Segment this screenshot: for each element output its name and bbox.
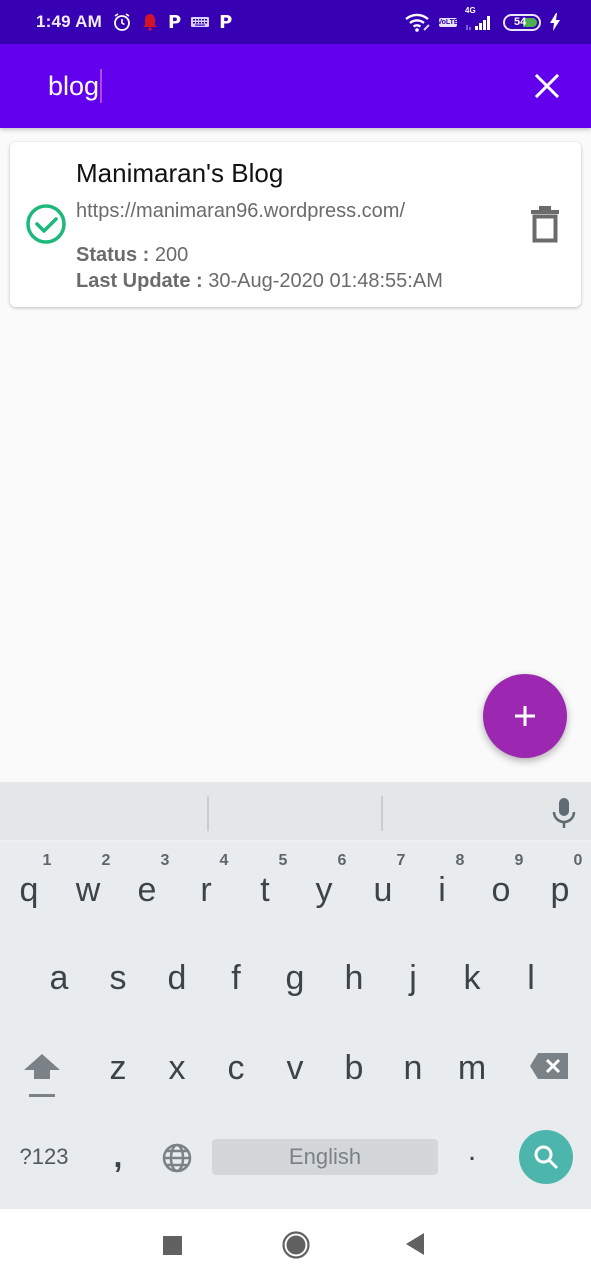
volte-icon: Vo LTE [437, 17, 459, 27]
site-status: Status : 200 [76, 244, 188, 267]
status-value: 200 [154, 244, 189, 266]
p-app-icon: P [167, 11, 182, 33]
key-hint-2: 2 [101, 852, 111, 869]
key-a[interactable]: a [34, 958, 84, 998]
voice-input-button[interactable] [551, 797, 577, 829]
key-g[interactable]: g [270, 958, 320, 998]
key-hint-4: 4 [219, 852, 229, 869]
clear-search-button[interactable] [533, 72, 561, 100]
plus-icon [515, 706, 535, 726]
delete-site-button[interactable] [529, 204, 561, 244]
site-url: https://manimaran96.wordpress.com/ [76, 200, 406, 222]
key-n[interactable]: n [388, 1048, 438, 1088]
search-icon [534, 1145, 559, 1170]
p-app-icon: P [219, 11, 233, 33]
key-o[interactable]: o [476, 870, 526, 910]
globe-icon [162, 1143, 192, 1173]
recents-button[interactable] [163, 1236, 182, 1260]
key-z[interactable]: z [93, 1048, 143, 1088]
backspace-key[interactable] [528, 1051, 570, 1081]
status-label: Status : [76, 244, 150, 266]
key-j[interactable]: j [388, 958, 438, 998]
key-b[interactable]: b [329, 1048, 379, 1088]
battery-level: 54 [514, 16, 527, 28]
key-i[interactable]: i [417, 870, 467, 910]
search-app-bar: blog [0, 44, 591, 128]
key-m[interactable]: m [447, 1048, 497, 1088]
last-update-value: 30-Aug-2020 01:48:55:AM [208, 270, 443, 292]
space-key-label: English [288, 1144, 362, 1169]
key-l[interactable]: l [506, 958, 556, 998]
comma-key[interactable]: , [108, 1138, 128, 1175]
key-hint-8: 8 [455, 852, 465, 869]
key-c[interactable]: c [211, 1048, 261, 1088]
network-type-label: 4G [465, 6, 476, 15]
key-k[interactable]: k [447, 958, 497, 998]
status-bar: 1:49 AM P P Vo LTE 4G 54 [0, 0, 591, 44]
site-name: Manimaran's Blog [76, 158, 284, 188]
shift-key[interactable] [20, 1050, 64, 1104]
soft-keyboard: q1w2e3r4t5y6u7i8o9p0 asdfghjkl zxcvbnm ?… [0, 782, 591, 1209]
shift-arrow-icon [24, 1054, 60, 1097]
suggestion-divider [381, 796, 383, 831]
trash-icon [531, 206, 559, 243]
home-button[interactable] [282, 1231, 310, 1264]
key-h[interactable]: h [329, 958, 379, 998]
back-icon [406, 1233, 424, 1255]
key-hint-6: 6 [337, 852, 347, 869]
key-e[interactable]: e [122, 870, 172, 910]
charging-bolt-icon [549, 13, 561, 31]
status-notification-icons: P P [112, 12, 232, 33]
search-input[interactable]: blog [48, 69, 468, 103]
key-y[interactable]: y [299, 870, 349, 910]
key-hint-3: 3 [160, 852, 170, 869]
key-p[interactable]: p [535, 870, 585, 910]
search-action-key[interactable] [519, 1130, 573, 1184]
key-hint-5: 5 [278, 852, 288, 869]
key-hint-1: 1 [42, 852, 52, 869]
recents-icon [163, 1236, 182, 1255]
notification-bell-icon [142, 13, 158, 31]
add-site-button[interactable] [483, 674, 567, 758]
search-query: blog [48, 70, 100, 101]
wifi-icon [405, 12, 431, 32]
microphone-icon [552, 798, 576, 828]
suggestion-strip [0, 782, 591, 842]
key-t[interactable]: t [240, 870, 290, 910]
status-system-icons: Vo LTE 4G 54 [405, 0, 561, 44]
key-u[interactable]: u [358, 870, 408, 910]
site-last-update: Last Update : 30-Aug-2020 01:48:55:AM [76, 270, 443, 293]
key-w[interactable]: w [63, 870, 113, 910]
backspace-icon [530, 1053, 568, 1079]
key-r[interactable]: r [181, 870, 231, 910]
symbols-key[interactable]: ?123 [14, 1144, 74, 1170]
site-card[interactable]: Manimaran's Blog https://manimaran96.wor… [10, 142, 581, 307]
home-icon [282, 1231, 310, 1259]
period-key[interactable]: . [462, 1134, 482, 1168]
language-switch-key[interactable] [161, 1142, 193, 1174]
last-update-label: Last Update : [76, 270, 203, 292]
key-hint-0: 0 [573, 852, 583, 869]
check-circle-icon [25, 203, 67, 245]
key-d[interactable]: d [152, 958, 202, 998]
status-time: 1:49 AM [36, 12, 102, 31]
system-navigation-bar [0, 1209, 591, 1280]
key-s[interactable]: s [93, 958, 143, 998]
key-hint-7: 7 [396, 852, 406, 869]
key-f[interactable]: f [211, 958, 261, 998]
key-hint-9: 9 [514, 852, 524, 869]
text-cursor [100, 69, 103, 103]
battery-indicator: 54 [503, 13, 541, 31]
key-v[interactable]: v [270, 1048, 320, 1088]
back-button[interactable] [406, 1233, 424, 1260]
keyboard-icon [191, 17, 210, 27]
key-q[interactable]: q [4, 870, 54, 910]
suggestion-divider [207, 796, 209, 831]
cellular-signal-icon: 4G [465, 6, 495, 31]
close-icon [534, 73, 560, 99]
key-x[interactable]: x [152, 1048, 202, 1088]
alarm-icon [112, 12, 132, 32]
space-key[interactable]: English [212, 1139, 438, 1175]
